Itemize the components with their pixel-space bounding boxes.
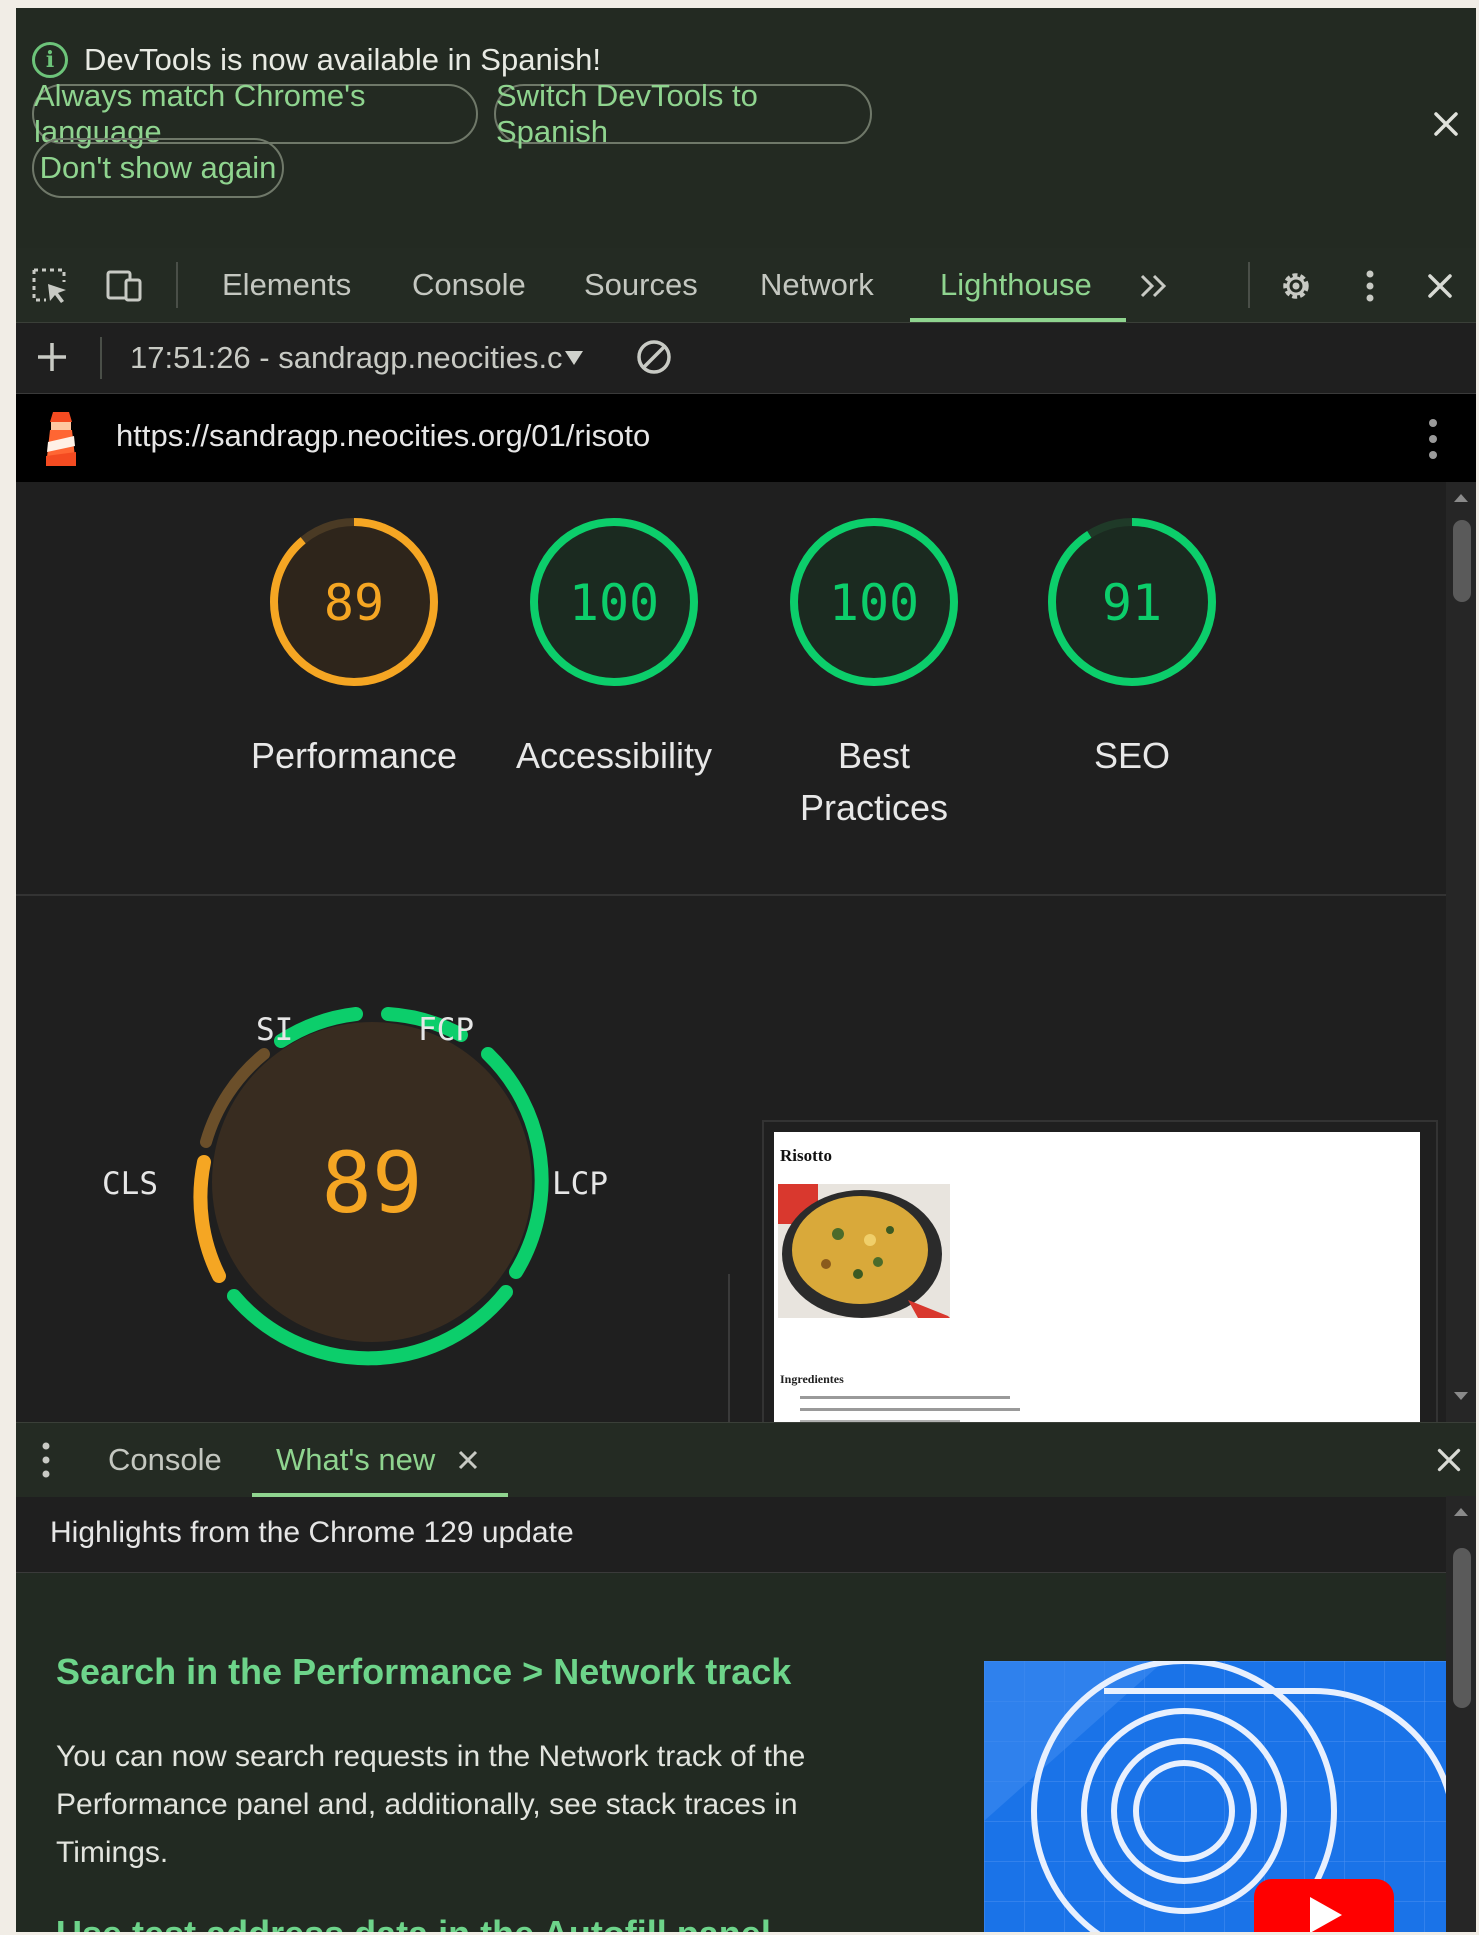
gauge-accessibility[interactable]: 100 bbox=[530, 518, 698, 686]
more-tabs-chevron-icon[interactable] bbox=[1134, 266, 1174, 306]
metric-label-si: SI bbox=[256, 1012, 294, 1048]
drawer-tab-whats-new-label: What's new bbox=[276, 1442, 436, 1477]
always-match-language-button[interactable]: Always match Chrome's language bbox=[32, 78, 478, 149]
report-url[interactable]: https://sandragp.neocities.org/01/risoto bbox=[116, 418, 650, 454]
active-tab-indicator bbox=[910, 318, 1126, 322]
clear-all-icon[interactable] bbox=[634, 337, 674, 377]
feature-body: You can now search requests in the Netwo… bbox=[56, 1740, 806, 1869]
performance-gauge-score: 89 bbox=[321, 1134, 422, 1232]
whats-new-highlights: Highlights from the Chrome 129 update bbox=[50, 1516, 574, 1549]
video-thumbnail-art bbox=[984, 1661, 1446, 1932]
report-selector-label: 17:51:26 - sandragp.neocities.c bbox=[130, 340, 563, 375]
gauge-label-performance: Performance bbox=[250, 735, 458, 776]
infobar-message-row: i DevTools is now available in Spanish! bbox=[32, 42, 601, 78]
report-url-bar: https://sandragp.neocities.org/01/risoto bbox=[16, 394, 1476, 482]
metric-label-lcp: LCP bbox=[552, 1166, 608, 1202]
gauge-score: 100 bbox=[829, 574, 919, 632]
device-toolbar-icon[interactable] bbox=[104, 266, 144, 306]
gauge-label-accessibility: Accessibility bbox=[515, 735, 713, 776]
screenshot-page: Risotto Ingredientes bbox=[774, 1132, 1420, 1442]
screenshot-text-line bbox=[800, 1396, 1010, 1399]
report-selector[interactable]: 17:51:26 - sandragp.neocities.c bbox=[130, 323, 585, 393]
category-gauges: 89 100 100 91 bbox=[270, 518, 1216, 686]
switch-to-spanish-button[interactable]: Switch DevTools to Spanish bbox=[494, 78, 872, 149]
settings-gear-icon[interactable] bbox=[1276, 266, 1316, 306]
next-feature-title[interactable]: Use test address data in the Autofill pa… bbox=[56, 1913, 771, 1932]
language-infobar: i DevTools is now available in Spanish! … bbox=[16, 8, 1476, 248]
close-tab-icon[interactable] bbox=[457, 1449, 479, 1471]
video-thumbnail[interactable] bbox=[984, 1661, 1446, 1932]
gauge-best-practices[interactable]: 100 bbox=[790, 518, 958, 686]
metric-label-fcp: FCP bbox=[418, 1012, 474, 1048]
scroll-up-arrow-icon[interactable] bbox=[1454, 492, 1468, 502]
tab-network[interactable]: Network bbox=[760, 248, 874, 322]
lighthouse-report: 89 100 100 91 Performance Accessibility Bes… bbox=[16, 482, 1446, 1444]
tab-lighthouse[interactable]: Lighthouse bbox=[940, 248, 1092, 322]
infobar-message: DevTools is now available in Spanish! bbox=[84, 42, 601, 77]
main-toolbar: Elements Console Sources Network Lightho… bbox=[16, 248, 1476, 323]
info-icon: i bbox=[32, 42, 68, 78]
metric-label-cls: CLS bbox=[102, 1166, 158, 1202]
gauge-performance[interactable]: 89 bbox=[270, 518, 438, 686]
scroll-down-arrow-icon[interactable] bbox=[1454, 1392, 1468, 1402]
close-drawer-icon[interactable] bbox=[1430, 1441, 1468, 1479]
drawer-menu-icon[interactable] bbox=[36, 1439, 56, 1481]
feature-title[interactable]: Search in the Performance > Network trac… bbox=[56, 1651, 791, 1693]
toolbar-divider bbox=[176, 262, 178, 308]
drawer-tabbar: Console What's new bbox=[16, 1422, 1476, 1497]
final-screenshot[interactable]: Risotto Ingredientes bbox=[762, 1120, 1438, 1444]
report-menu-icon[interactable] bbox=[1418, 416, 1448, 462]
drawer-scrollbar-thumb[interactable] bbox=[1453, 1548, 1471, 1708]
report-scrollbar-thumb[interactable] bbox=[1453, 520, 1471, 602]
drawer-tab-console[interactable]: Console bbox=[108, 1423, 222, 1497]
report-scrollbar[interactable] bbox=[1446, 482, 1476, 1430]
toolbar-divider bbox=[100, 337, 102, 379]
inspect-element-icon[interactable] bbox=[30, 266, 70, 306]
tab-sources[interactable]: Sources bbox=[584, 248, 698, 322]
scroll-up-arrow-icon[interactable] bbox=[1454, 1506, 1468, 1516]
close-devtools-icon[interactable] bbox=[1420, 266, 1460, 306]
tab-elements[interactable]: Elements bbox=[222, 248, 351, 322]
tab-console[interactable]: Console bbox=[412, 248, 526, 322]
gauge-score: 89 bbox=[324, 574, 384, 632]
toolbar-divider bbox=[1248, 262, 1250, 308]
gauge-label-seo: SEO bbox=[1093, 735, 1171, 776]
whats-new-header: Highlights from the Chrome 129 update bbox=[16, 1496, 1446, 1573]
risotto-image bbox=[778, 1184, 950, 1318]
new-report-plus-icon[interactable] bbox=[32, 337, 72, 377]
section-divider bbox=[16, 894, 1446, 896]
devtools-window: i DevTools is now available in Spanish! … bbox=[16, 8, 1476, 1932]
whats-new-content: Search in the Performance > Network trac… bbox=[16, 1573, 1446, 1932]
dont-show-again-button[interactable]: Don't show again bbox=[32, 138, 284, 198]
lighthouse-logo-icon bbox=[46, 412, 76, 466]
close-icon[interactable] bbox=[1426, 104, 1466, 144]
screenshot-text-line bbox=[800, 1408, 1020, 1411]
screenshot-ingredients-heading: Ingredientes bbox=[780, 1372, 844, 1386]
lighthouse-toolbar: 17:51:26 - sandragp.neocities.c bbox=[16, 323, 1476, 394]
dropdown-arrow-icon bbox=[564, 351, 583, 365]
gauge-score: 100 bbox=[569, 574, 659, 632]
screenshot-title: Risotto bbox=[780, 1146, 832, 1165]
gauge-score: 91 bbox=[1102, 574, 1162, 632]
performance-metrics-gauge: 89 bbox=[193, 1007, 549, 1366]
gauge-label-best-practices: Best Practices bbox=[799, 735, 949, 828]
drawer-tab-whats-new[interactable]: What's new bbox=[276, 1423, 479, 1497]
section-divider bbox=[728, 1274, 730, 1444]
more-options-icon[interactable] bbox=[1350, 266, 1390, 306]
gauge-seo[interactable]: 91 bbox=[1048, 518, 1216, 686]
